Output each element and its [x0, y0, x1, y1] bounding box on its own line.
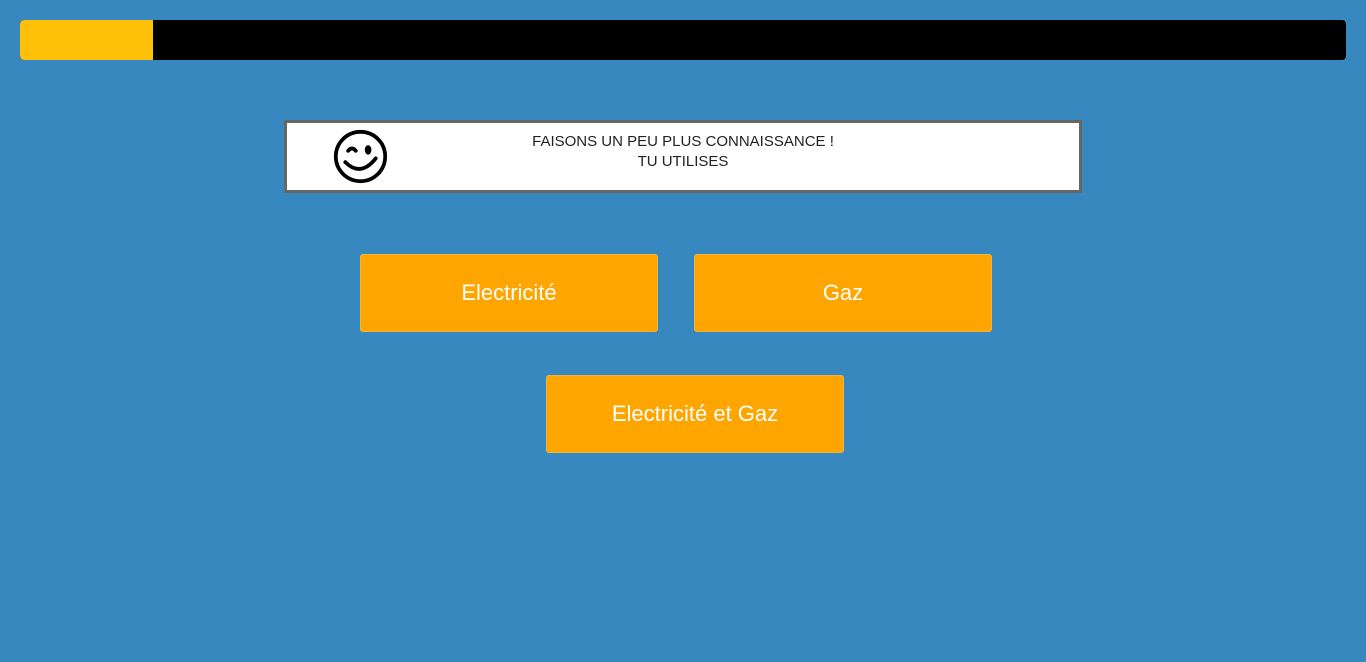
message-banner: FAISONS UN PEU PLUS CONNAISSANCE ! TU UT… [284, 120, 1082, 193]
progress-bar [20, 20, 1346, 60]
electricity-and-gas-button[interactable]: Electricité et Gaz [546, 375, 844, 453]
gas-button[interactable]: Gaz [694, 254, 992, 332]
progress-bar-fill [20, 20, 153, 60]
message-line-2: TU UTILISES [637, 153, 729, 170]
message-text: FAISONS UN PEU PLUS CONNAISSANCE ! TU UT… [287, 132, 1079, 172]
message-line-1: FAISONS UN PEU PLUS CONNAISSANCE ! [532, 133, 834, 150]
electricity-button[interactable]: Electricité [360, 254, 658, 332]
